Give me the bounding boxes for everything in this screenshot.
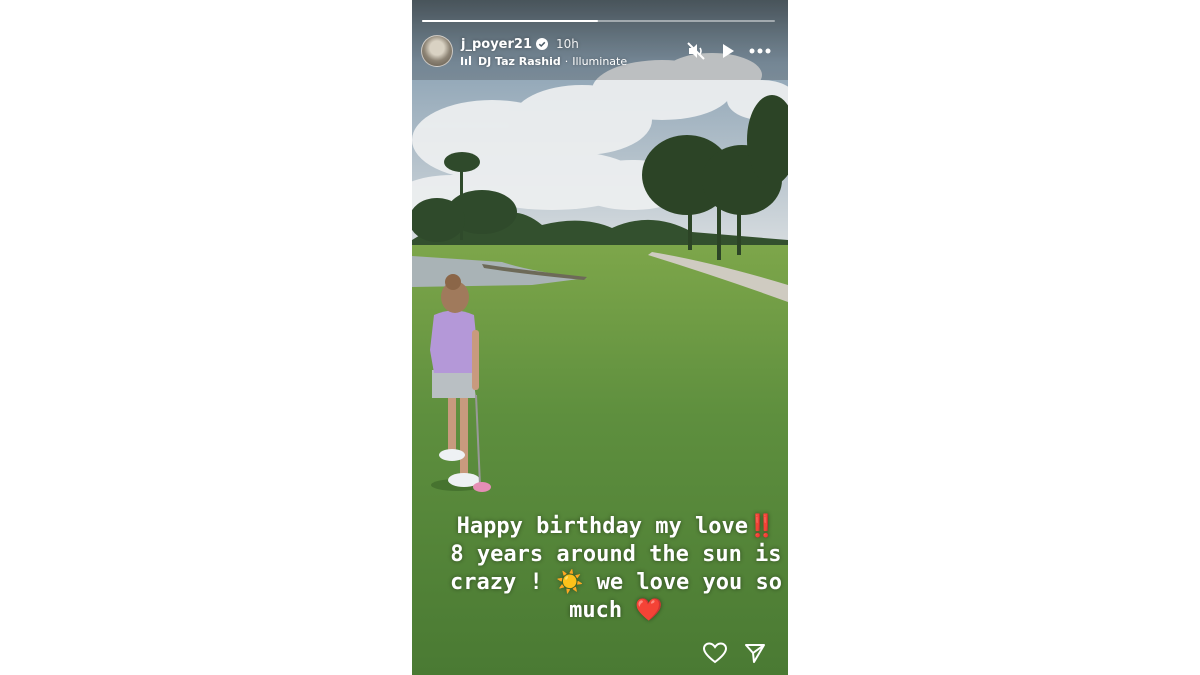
send-icon — [745, 644, 765, 663]
caption-line-2: 8 years around the sun is — [450, 542, 782, 567]
heart-outline-icon — [703, 642, 727, 664]
play-button[interactable] — [717, 40, 739, 62]
music-track: Illuminate — [572, 54, 628, 68]
more-options-icon — [749, 48, 771, 54]
music-attribution[interactable]: DJ Taz Rashid · Illuminate — [461, 53, 627, 69]
story-footer — [688, 640, 768, 666]
caption-line-3: crazy ! ☀️ we love you so — [448, 569, 784, 597]
avatar[interactable] — [421, 35, 453, 67]
music-artist: DJ Taz Rashid — [478, 54, 561, 68]
story-viewer[interactable]: j_poyer21 10h DJ Taz Rashid · Illuminate — [412, 0, 788, 675]
story-progress-bar — [422, 20, 775, 22]
caption-line-4: much ❤️ — [448, 597, 784, 625]
story-controls — [675, 40, 771, 62]
username-row: j_poyer21 10h — [461, 35, 579, 53]
music-bars-icon — [461, 56, 471, 65]
timestamp: 10h — [556, 37, 579, 51]
more-options-button[interactable] — [749, 40, 771, 62]
story-caption: Happy birthday my love‼️ 8 years around … — [448, 513, 784, 625]
caption-line-1: Happy birthday my love‼️ — [448, 513, 784, 541]
verified-badge-icon — [536, 38, 548, 50]
mute-button[interactable] — [685, 40, 707, 62]
caption-text-4: much — [569, 598, 636, 623]
sun-emoji: ☀️ — [555, 570, 584, 595]
red-heart-emoji: ❤️ — [635, 598, 663, 623]
music-separator: · — [564, 54, 569, 68]
like-button[interactable] — [702, 640, 728, 666]
share-button[interactable] — [742, 640, 768, 666]
progress-segment-1 — [422, 20, 598, 22]
username[interactable]: j_poyer21 — [461, 37, 532, 52]
caption-text-1: Happy birthday my love — [456, 514, 748, 539]
story-header: j_poyer21 10h DJ Taz Rashid · Illuminate — [421, 32, 779, 72]
caption-text-3a: crazy ! — [449, 570, 556, 595]
play-icon — [723, 44, 734, 58]
speaker-muted-icon — [687, 42, 705, 60]
caption-text-3b: we love you so — [583, 570, 783, 595]
double-exclamation-emoji: ‼️ — [748, 514, 776, 539]
